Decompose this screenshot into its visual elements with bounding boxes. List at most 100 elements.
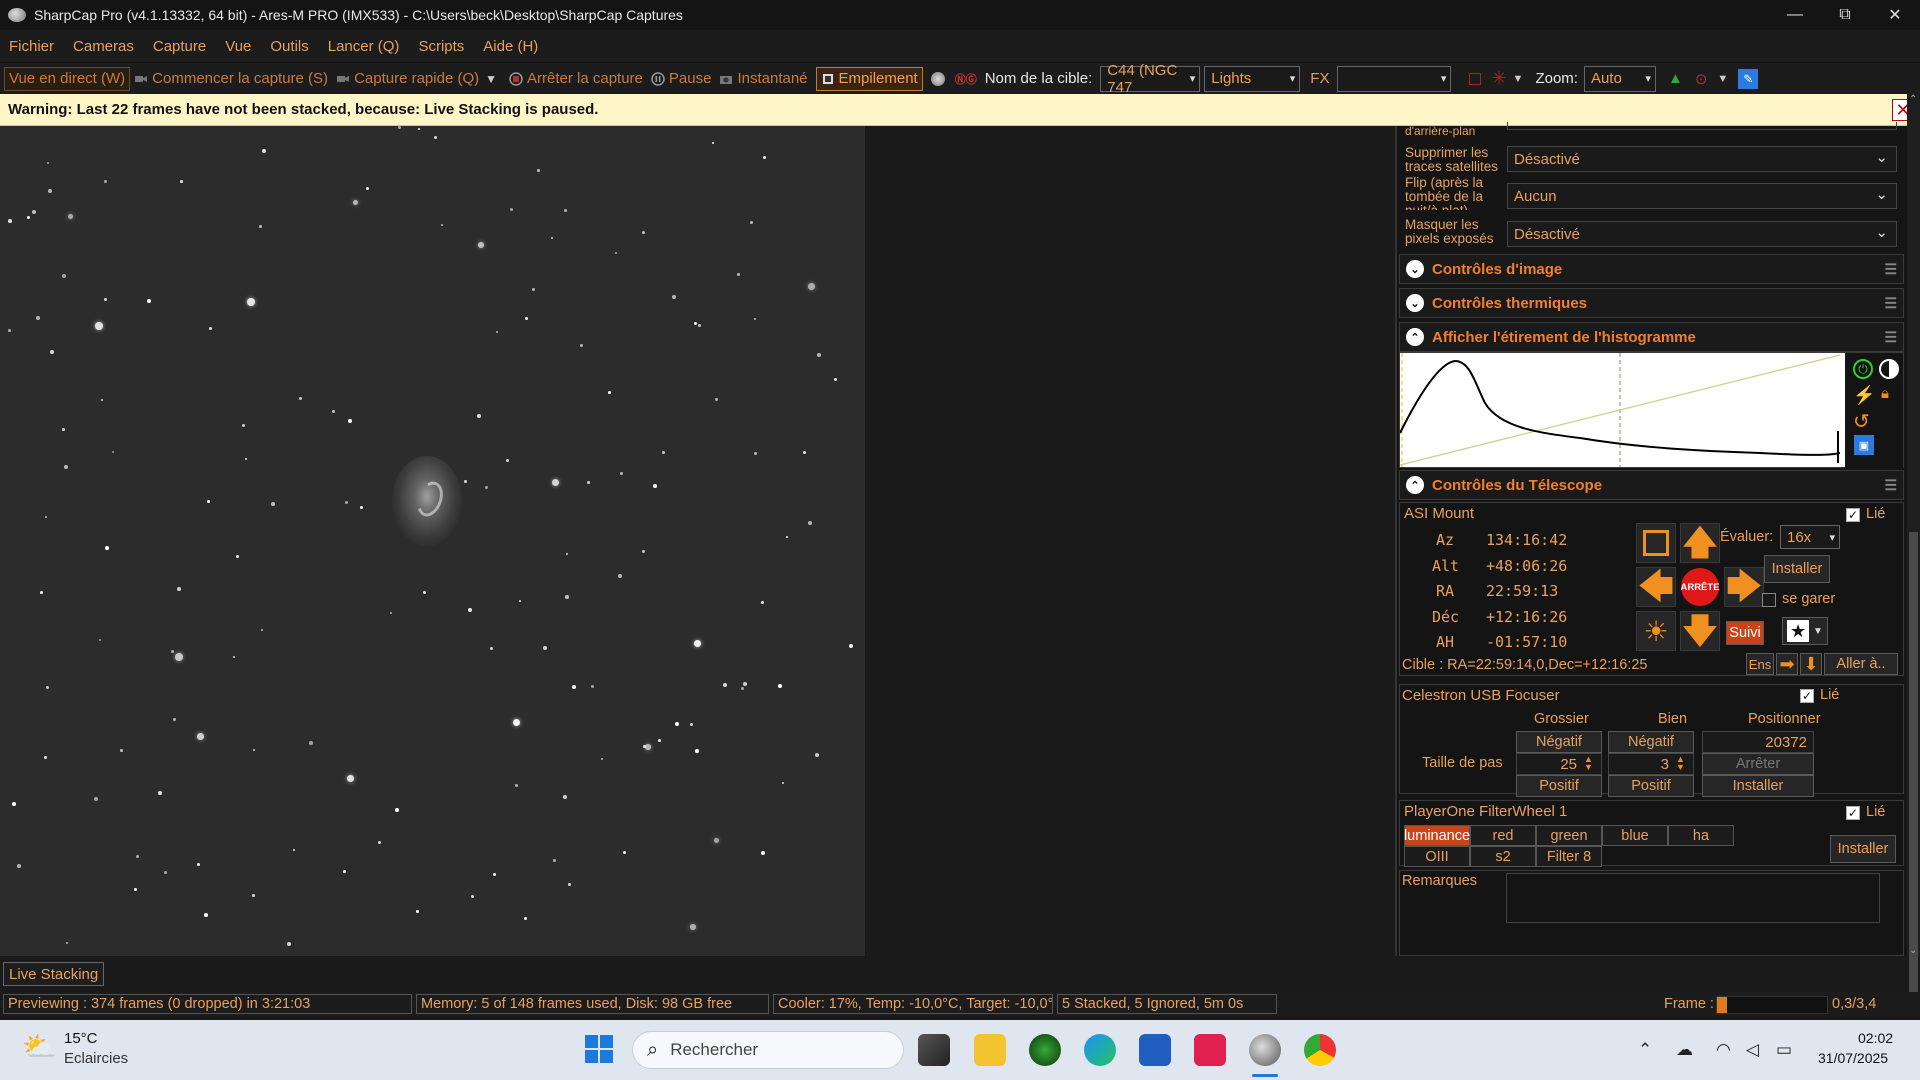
scrollbar-thumb[interactable] bbox=[1909, 532, 1918, 1012]
filter-red[interactable]: red bbox=[1470, 825, 1536, 846]
coarse-step-spinner[interactable]: ▲ ▼ bbox=[1584, 755, 1593, 772]
arrow-right-icon[interactable]: ➡ bbox=[1776, 653, 1798, 675]
clock-date[interactable]: 31/07/2025 bbox=[1818, 1050, 1888, 1066]
filter-green[interactable]: green bbox=[1536, 825, 1602, 846]
filter-blue[interactable]: blue bbox=[1602, 825, 1668, 846]
frame-type-select[interactable]: Lights bbox=[1204, 65, 1301, 92]
filter-8[interactable]: Filter 8 bbox=[1536, 846, 1602, 867]
clock-time[interactable]: 02:02 bbox=[1858, 1030, 1893, 1046]
file-explorer-icon[interactable] bbox=[974, 1034, 1006, 1066]
menu-icon[interactable]: ☰ bbox=[1884, 295, 1897, 312]
start-capture-button[interactable]: Commencer la capture (S) bbox=[130, 67, 332, 91]
focuser-install-button[interactable]: Installer bbox=[1702, 775, 1814, 797]
filter-oiii[interactable]: OIII bbox=[1404, 846, 1470, 867]
target-name-select[interactable]: C44 (NGC 747 bbox=[1100, 62, 1201, 96]
zoom-select[interactable]: Auto bbox=[1583, 65, 1656, 92]
section-telescope[interactable]: ⌃ Contrôles du Télescope ☰ bbox=[1399, 470, 1904, 500]
coarse-positive-button[interactable]: Positif bbox=[1516, 775, 1602, 797]
north-button[interactable]: 🡅 bbox=[1680, 523, 1720, 563]
sharpcap-taskbar-icon[interactable] bbox=[1249, 1034, 1281, 1066]
focuser-position-field[interactable]: 20372 bbox=[1702, 731, 1814, 753]
stop-mount-button[interactable]: ARRÊTE bbox=[1680, 567, 1720, 607]
chevron-down-icon[interactable]: ▼ bbox=[485, 72, 497, 86]
arrow-down-icon[interactable]: ⬇ bbox=[1800, 653, 1822, 675]
reticle-icon[interactable]: ⊙ bbox=[1695, 70, 1708, 88]
filterwheel-install-button[interactable]: Installer bbox=[1830, 835, 1896, 863]
edge-icon[interactable] bbox=[1084, 1034, 1116, 1066]
chrome-icon[interactable] bbox=[1304, 1034, 1336, 1066]
volume-icon[interactable]: ◁ bbox=[1746, 1040, 1759, 1060]
east-button[interactable]: 🡆 bbox=[1724, 567, 1764, 607]
crosshair-icon[interactable]: ✳ bbox=[1491, 68, 1506, 89]
scroll-down-icon[interactable]: ⌄ bbox=[1909, 945, 1917, 956]
wifi-icon[interactable]: ◠ bbox=[1716, 1040, 1731, 1060]
reset-icon[interactable]: ↺ bbox=[1853, 409, 1870, 434]
section-histogram[interactable]: ⌃ Afficher l'étirement de l'histogramme … bbox=[1399, 322, 1904, 352]
focuser-linked-checkbox[interactable]: ✓ bbox=[1800, 689, 1814, 703]
app-red-icon[interactable] bbox=[1194, 1034, 1226, 1066]
filter-s2[interactable]: s2 bbox=[1470, 846, 1536, 867]
menu-aide[interactable]: Aide (H) bbox=[483, 38, 538, 55]
fine-step-spinner[interactable]: ▲ ▼ bbox=[1676, 755, 1685, 772]
image-viewer[interactable] bbox=[0, 126, 1395, 956]
stop-capture-button[interactable]: Arrêter la capture bbox=[505, 67, 647, 91]
weather-icon[interactable]: ⛅ bbox=[22, 1030, 57, 1063]
filterwheel-linked-checkbox[interactable]: ✓ bbox=[1846, 806, 1860, 820]
panel-scrollbar[interactable]: ⌃ ⌄ bbox=[1907, 94, 1920, 1012]
mount-install-button[interactable]: Installer bbox=[1764, 555, 1830, 583]
lightning-icon[interactable]: ⚡ bbox=[1853, 385, 1875, 406]
scroll-up-icon[interactable]: ⌃ bbox=[1909, 94, 1917, 105]
red-square-icon[interactable] bbox=[1469, 72, 1482, 85]
filter-ha[interactable]: ha bbox=[1668, 825, 1734, 846]
contrast-icon[interactable] bbox=[1879, 359, 1899, 379]
menu-icon[interactable]: ☰ bbox=[1884, 261, 1897, 278]
histogram-panel[interactable]: ⏻ ⚡ 🔒︎ ↺ ▣ bbox=[1399, 352, 1904, 469]
mount-linked-checkbox[interactable]: ✓ bbox=[1846, 508, 1860, 522]
satellite-trails-select[interactable]: Désactivé bbox=[1507, 146, 1897, 172]
filter-luminance[interactable]: luminance bbox=[1404, 825, 1470, 846]
section-thermal-controls[interactable]: ⌄ Contrôles thermiques ☰ bbox=[1399, 288, 1904, 318]
focuser-stop-button[interactable]: Arrêter bbox=[1702, 753, 1814, 775]
flip-select[interactable]: Aucun bbox=[1507, 183, 1897, 209]
menu-icon[interactable]: ☰ bbox=[1884, 329, 1897, 346]
task-view-icon[interactable] bbox=[918, 1034, 950, 1066]
west-button[interactable]: 🡄 bbox=[1636, 567, 1676, 607]
menu-icon[interactable]: ☰ bbox=[1884, 477, 1897, 494]
partial-setting-field[interactable] bbox=[1507, 122, 1897, 130]
minimize-button[interactable]: — bbox=[1770, 0, 1820, 30]
histogram-icon[interactable]: ▲ bbox=[1668, 70, 1683, 87]
no-guide-icon[interactable]: ⓃⒼ bbox=[955, 71, 977, 87]
star-select-button[interactable]: ★ ▼ bbox=[1782, 617, 1828, 645]
battery-icon[interactable]: ▭ bbox=[1776, 1040, 1792, 1060]
stacking-button[interactable]: Empilement bbox=[815, 66, 923, 91]
taskbar-search[interactable]: ⌕ Rechercher bbox=[632, 1031, 904, 1069]
chevron-down-icon[interactable]: ▼ bbox=[1513, 73, 1524, 85]
goto-button[interactable]: Aller à.. bbox=[1824, 653, 1898, 675]
tracking-button[interactable]: Suivi bbox=[1726, 621, 1764, 645]
coarse-negative-button[interactable]: Négatif bbox=[1516, 731, 1602, 753]
snapshot-button[interactable]: Instantané bbox=[715, 67, 811, 91]
menu-fichier[interactable]: Fichier bbox=[9, 38, 54, 55]
live-stacking-tab[interactable]: Live Stacking bbox=[3, 962, 105, 986]
lock-icon[interactable]: 🔒︎ bbox=[1881, 385, 1889, 402]
fine-negative-button[interactable]: Négatif bbox=[1608, 731, 1694, 753]
menu-capture[interactable]: Capture bbox=[153, 38, 206, 55]
pause-button[interactable]: Pause bbox=[647, 67, 716, 91]
store-icon[interactable] bbox=[1139, 1034, 1171, 1066]
app-green-icon[interactable] bbox=[1029, 1034, 1061, 1066]
save-icon[interactable]: ▣ bbox=[1854, 435, 1874, 455]
rate-select[interactable]: 16x bbox=[1780, 525, 1840, 549]
fine-positive-button[interactable]: Positif bbox=[1608, 775, 1694, 797]
menu-scripts[interactable]: Scripts bbox=[418, 38, 464, 55]
chevron-down-icon[interactable]: ▼ bbox=[1717, 73, 1728, 85]
section-image-controls[interactable]: ⌄ Contrôles d'image ☰ bbox=[1399, 254, 1904, 284]
moon-icon[interactable] bbox=[930, 71, 945, 86]
network-off-icon[interactable]: ☁ bbox=[1676, 1040, 1693, 1060]
sync-button[interactable] bbox=[1636, 523, 1676, 563]
home-button[interactable]: ☀ bbox=[1636, 611, 1676, 651]
power-icon[interactable]: ⏻ bbox=[1853, 359, 1873, 379]
notes-textarea[interactable] bbox=[1506, 873, 1880, 923]
maximize-button[interactable]: ⧉ bbox=[1820, 0, 1870, 30]
fx-select[interactable] bbox=[1337, 65, 1452, 92]
mask-pixels-select[interactable]: Désactivé bbox=[1507, 221, 1897, 247]
